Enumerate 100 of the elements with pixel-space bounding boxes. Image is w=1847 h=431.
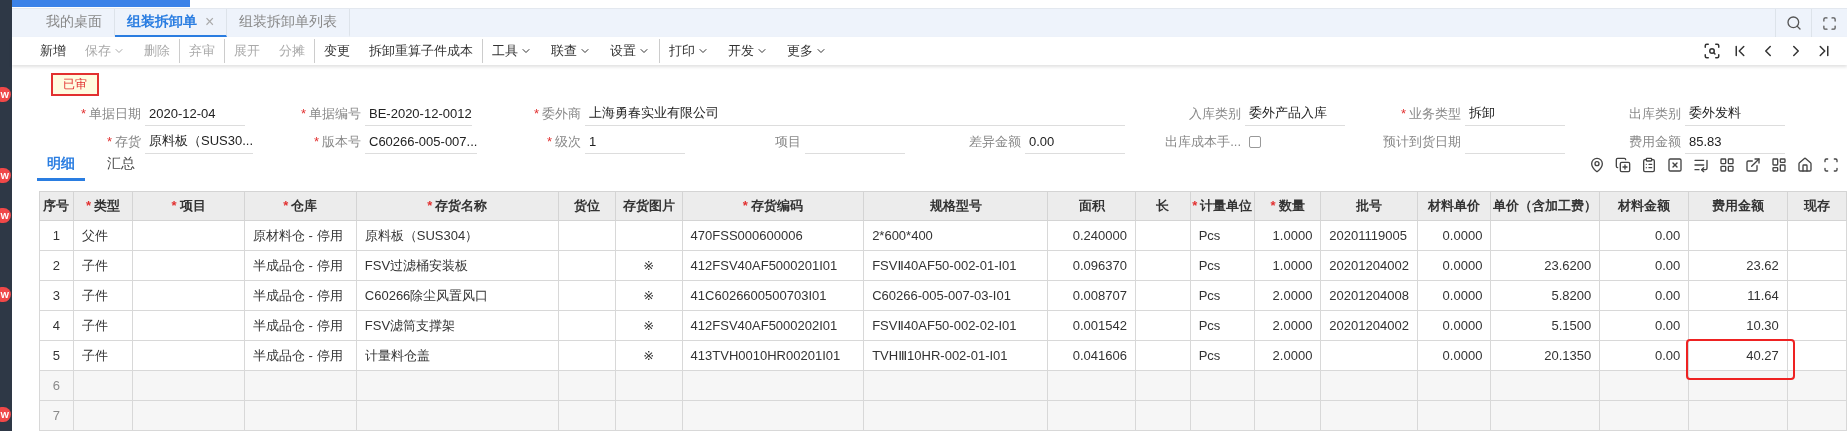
field-label: 费用金额 <box>1628 133 1682 151</box>
table-cell: 0.008707 <box>1047 280 1136 311</box>
table-cell <box>1787 280 1847 311</box>
copy-plus-icon[interactable] <box>1615 157 1631 173</box>
input-field[interactable]: 上海勇春实业有限公司 <box>585 102 1125 126</box>
table-cell <box>558 400 616 431</box>
column-header: * 仓库 <box>244 191 357 221</box>
input-field[interactable]: BE-2020-12-0012 <box>365 102 472 126</box>
dashboard-icon[interactable] <box>1771 157 1787 173</box>
input-field[interactable]: C60266-005-007... <box>365 130 478 154</box>
table-cell: Pcs <box>1190 250 1255 281</box>
table-cell <box>1135 280 1191 311</box>
table-cell <box>1787 370 1847 401</box>
table-cell: 3 <box>39 280 74 311</box>
column-header: 费用金额 <box>1688 191 1788 221</box>
clipboard-icon[interactable] <box>1641 157 1657 173</box>
input-field[interactable]: 原料板（SUS30... <box>145 130 254 154</box>
table-cell: 4 <box>39 310 74 341</box>
field-label: 入库类别 <box>1188 105 1242 123</box>
field-label: 出库成本手... <box>1164 133 1242 151</box>
toolbar-button[interactable]: 拆卸重算子件成本 <box>359 39 482 63</box>
table-cell: ※ <box>615 280 683 311</box>
table-cell: 0.00 <box>1599 310 1689 341</box>
tab-label: 组装拆卸单列表 <box>239 13 338 32</box>
column-header: 长 <box>1135 191 1191 221</box>
grid-icon[interactable] <box>1719 157 1735 173</box>
toolbar-button[interactable]: 开发 <box>718 39 777 63</box>
table-cell: FSVⅡ40AF50-002-01-I01 <box>863 250 1048 281</box>
table-cell <box>1135 340 1191 371</box>
input-field[interactable]: 85.83 <box>1685 130 1785 154</box>
table-cell: 23.62 <box>1688 250 1788 281</box>
toolbar-button[interactable]: 打印 <box>659 39 718 63</box>
pin-icon[interactable] <box>1589 157 1605 173</box>
column-header: * 存货编码 <box>682 191 864 221</box>
field-label: * 业务类型 <box>1399 105 1462 123</box>
table-cell: FSV滤筒支撑架 <box>356 310 559 341</box>
table-cell: 5.8200 <box>1490 280 1600 311</box>
field-label: 项目 <box>774 133 802 151</box>
table-cell <box>558 340 616 371</box>
fullscreen-icon[interactable] <box>1822 15 1837 31</box>
table-cell <box>1190 370 1255 401</box>
toolbar-button[interactable]: 工具 <box>482 39 541 63</box>
notification-badge: W <box>0 407 11 422</box>
table-cell: 0.0000 <box>1417 280 1491 311</box>
toolbar-button[interactable]: 更多 <box>777 39 836 63</box>
table-cell <box>1787 220 1847 251</box>
table-cell: 半成品仓 - 停用 <box>244 250 357 281</box>
input-field[interactable]: 0.00 <box>1025 130 1125 154</box>
table-cell: 20.1350 <box>1490 340 1600 371</box>
page-tab[interactable]: 组装拆卸单 × <box>115 9 228 38</box>
table-cell: 0.0000 <box>1417 250 1491 281</box>
table-cell: 0.240000 <box>1047 220 1136 251</box>
toolbar-button[interactable]: 联查 <box>541 39 600 63</box>
fullscreen-icon[interactable] <box>1823 157 1839 173</box>
table-cell <box>1135 250 1191 281</box>
table-cell <box>1254 370 1321 401</box>
table-cell <box>558 220 616 251</box>
home-icon[interactable] <box>1797 157 1813 173</box>
table-cell: 0.0000 <box>1417 220 1491 251</box>
table-cell <box>1254 400 1321 431</box>
list-icon[interactable] <box>1693 157 1709 173</box>
detail-tab[interactable]: 汇总 <box>97 155 145 181</box>
table-cell: 5.1500 <box>1490 310 1600 341</box>
notification-badge: W <box>0 208 11 223</box>
table-cell: ※ <box>615 250 683 281</box>
table-cell: 412FSV40AF5000201I01 <box>682 250 864 281</box>
table-cell <box>1135 370 1191 401</box>
square-x-icon[interactable] <box>1667 157 1683 173</box>
input-field[interactable]: 2020-12-04 <box>145 102 245 126</box>
table-cell: 1.0000 <box>1254 220 1321 251</box>
column-header: * 项目 <box>132 191 245 221</box>
table-cell: 1 <box>39 220 74 251</box>
input-field[interactable]: 委外发料 <box>1685 102 1785 126</box>
table-cell <box>615 400 683 431</box>
preview-icon[interactable] <box>1703 42 1721 60</box>
column-header: 序号 <box>39 191 74 221</box>
column-header: * 存货名称 <box>356 191 559 221</box>
checkbox[interactable] <box>1249 136 1261 148</box>
table-cell: 原材料仓 - 停用 <box>244 220 357 251</box>
search-icon[interactable] <box>1785 15 1802 32</box>
table-cell <box>1190 400 1255 431</box>
notification-badge: W <box>0 87 11 102</box>
table-cell: FSVⅡ40AF50-002-02-I01 <box>863 310 1048 341</box>
external-link-icon[interactable] <box>1745 157 1761 173</box>
table-cell <box>615 220 683 251</box>
input-field[interactable]: 委外产品入库 <box>1245 102 1345 126</box>
table-cell <box>1135 310 1191 341</box>
toolbar-button[interactable]: 变更 <box>314 39 359 63</box>
table-cell <box>1787 400 1847 431</box>
toolbar-button[interactable]: 设置 <box>600 39 659 63</box>
table-cell: 半成品仓 - 停用 <box>244 340 357 371</box>
table-cell: 子件 <box>73 310 133 341</box>
input-field[interactable]: 拆卸 <box>1465 102 1565 126</box>
input-field[interactable]: 1 <box>585 130 685 154</box>
toolbar-button[interactable]: 新增 <box>30 39 75 63</box>
table-cell: FSV过滤桶安装板 <box>356 250 559 281</box>
table-cell <box>558 250 616 281</box>
table-cell: 6 <box>39 370 74 401</box>
table-cell: 0.00 <box>1599 280 1689 311</box>
detail-tab[interactable]: 明细 <box>37 155 85 181</box>
